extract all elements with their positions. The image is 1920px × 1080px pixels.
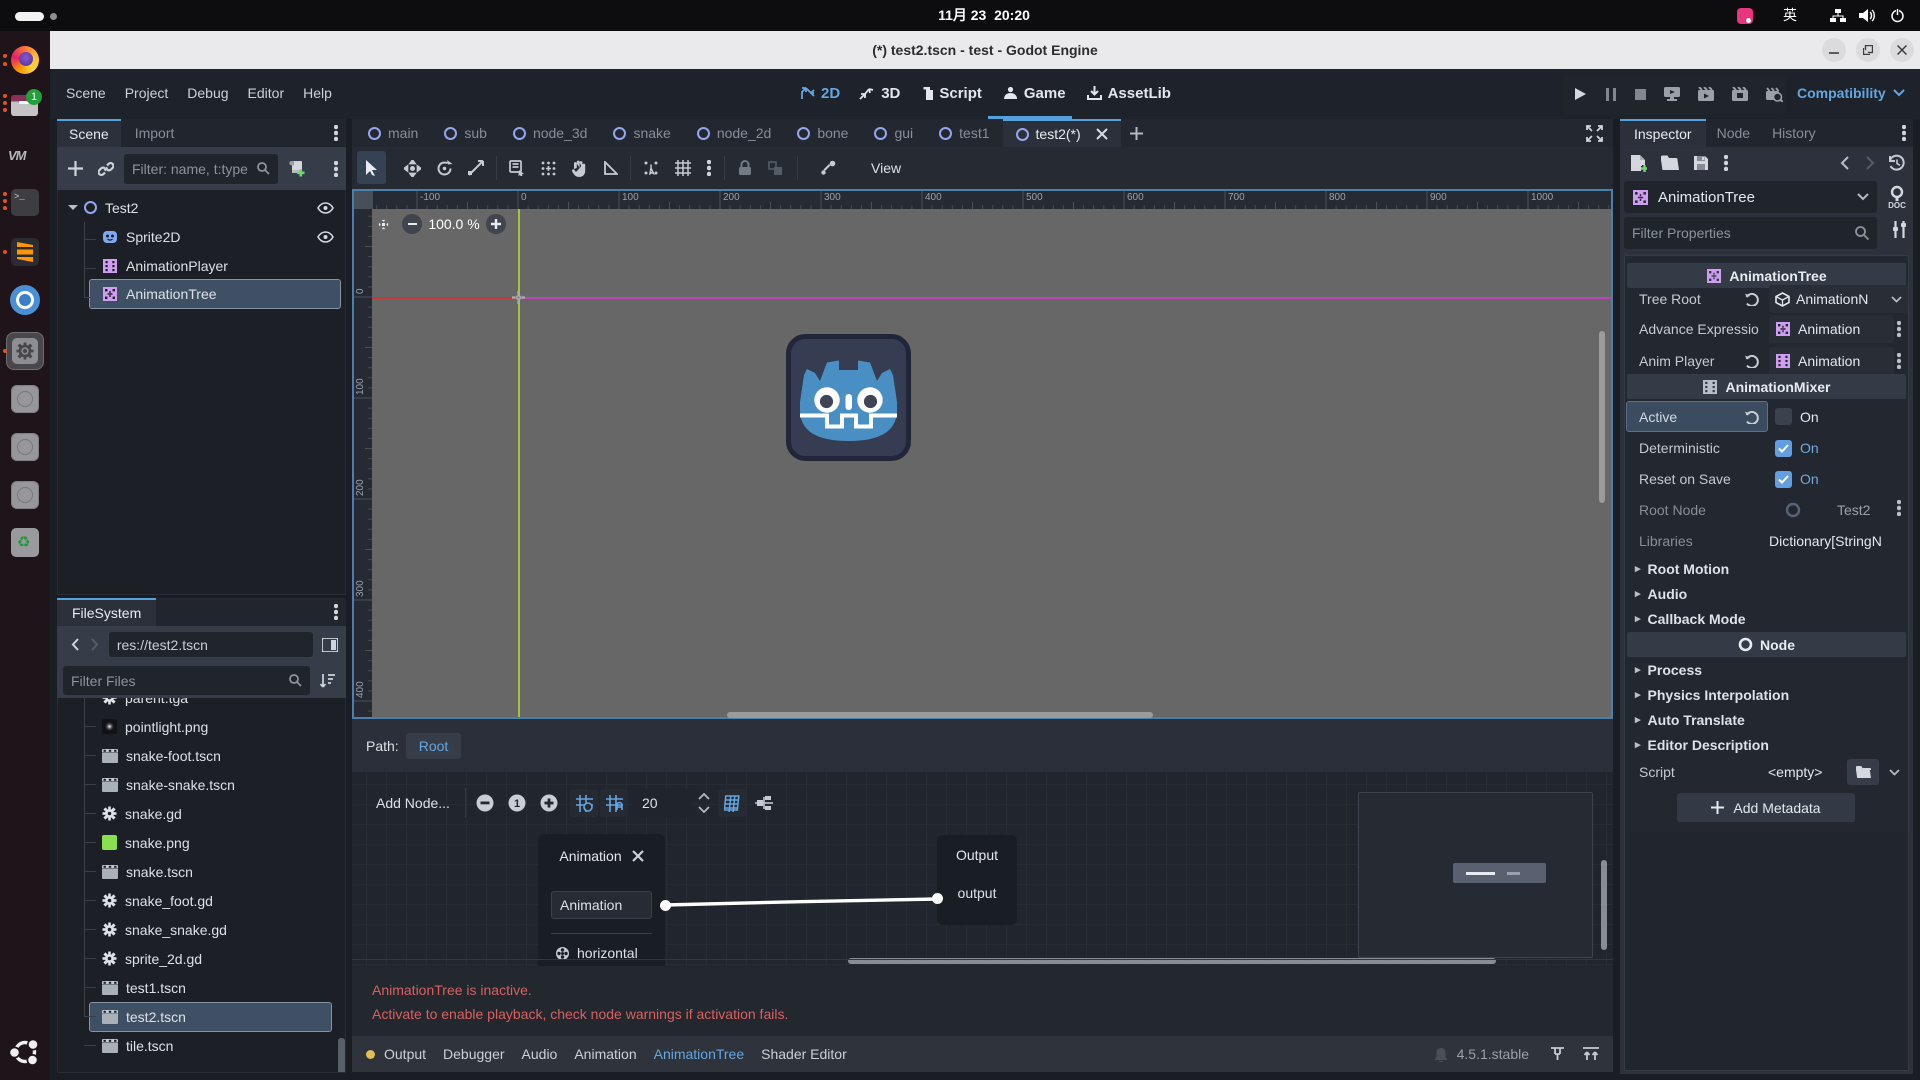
svg-text:300: 300 — [355, 580, 366, 597]
svg-text:100: 100 — [622, 192, 639, 203]
svg-text:600: 600 — [1127, 192, 1144, 203]
svg-text:1000: 1000 — [1531, 192, 1554, 203]
svg-text:500: 500 — [1026, 192, 1043, 203]
svg-text:100: 100 — [355, 378, 366, 395]
svg-text:700: 700 — [1228, 192, 1245, 203]
svg-text:0: 0 — [355, 288, 366, 294]
svg-text:900: 900 — [1430, 192, 1447, 203]
svg-text:400: 400 — [355, 681, 366, 698]
svg-text:200: 200 — [355, 479, 366, 496]
svg-text:400: 400 — [925, 192, 942, 203]
svg-text:800: 800 — [1329, 192, 1346, 203]
svg-text:200: 200 — [723, 192, 740, 203]
svg-text:300: 300 — [824, 192, 841, 203]
svg-text:0: 0 — [521, 192, 527, 203]
svg-text:DOC: DOC — [1888, 201, 1906, 209]
svg-text:-100: -100 — [420, 192, 440, 203]
